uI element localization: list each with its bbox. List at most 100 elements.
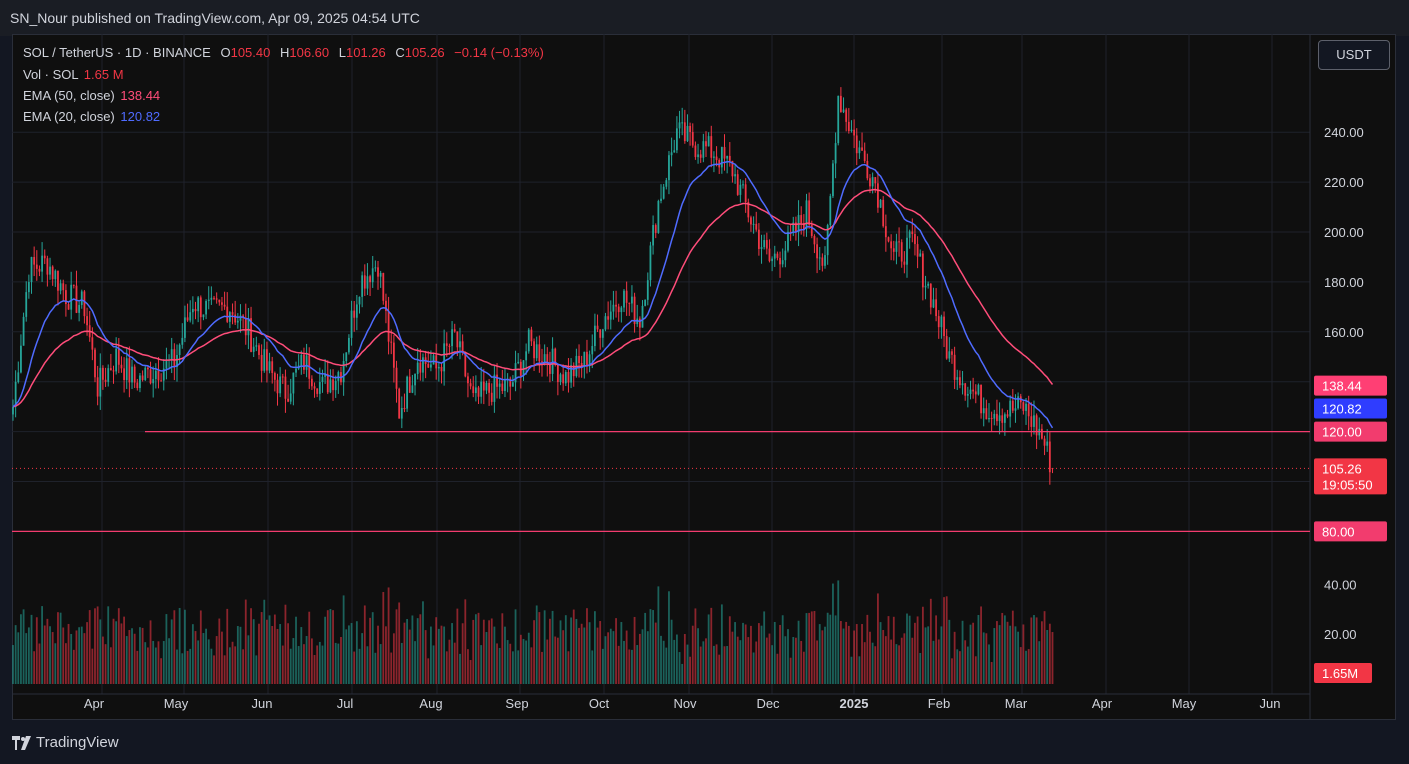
candle-body xyxy=(72,284,75,286)
volume-bar xyxy=(422,601,424,684)
volume-bar xyxy=(186,650,189,684)
candle-body xyxy=(62,283,65,291)
volume-bar xyxy=(646,631,649,684)
grid-lines xyxy=(12,34,1310,694)
candle-body xyxy=(668,155,670,181)
ema20-legend[interactable]: EMA (20, close) 120.82 xyxy=(23,109,160,124)
volume-bar xyxy=(818,624,821,684)
candle-body xyxy=(33,257,36,265)
volume-bar xyxy=(96,606,99,684)
candle-body xyxy=(184,317,186,338)
tradingview-logo[interactable]: TradingView xyxy=(12,734,119,751)
volume-bar xyxy=(202,633,205,684)
candle-body xyxy=(247,318,250,336)
volume-bar xyxy=(27,627,30,684)
ema50-legend[interactable]: EMA (50, close) 138.44 xyxy=(23,88,160,103)
volume-bar xyxy=(353,651,356,684)
candle-body xyxy=(845,109,848,122)
volume-bar xyxy=(247,635,250,684)
volume-bar xyxy=(469,660,472,684)
volume-bar xyxy=(355,621,358,684)
candle-body xyxy=(459,341,461,348)
candle-body xyxy=(102,367,104,380)
volume-bar xyxy=(340,636,342,684)
volume-bar xyxy=(845,621,848,684)
candle-body xyxy=(329,379,332,393)
candle-body xyxy=(205,301,207,315)
candle-body xyxy=(12,406,14,415)
candle-body xyxy=(414,373,416,386)
candle-body xyxy=(742,184,744,186)
volume-bar xyxy=(940,626,943,684)
volume-bar xyxy=(551,610,554,684)
time-tick: Jun xyxy=(252,696,273,711)
candle-body xyxy=(504,379,506,392)
candle-body xyxy=(1011,400,1014,411)
volume-bar xyxy=(239,626,242,684)
candle-body xyxy=(144,367,147,380)
candle-body xyxy=(363,275,366,289)
candle-body xyxy=(694,145,697,158)
candle-body xyxy=(334,380,337,391)
candle-body xyxy=(760,247,763,249)
candle-body xyxy=(133,366,136,383)
volume-bar xyxy=(519,634,522,684)
volume-bar xyxy=(514,609,517,684)
volume-bar xyxy=(863,642,866,684)
symbol-title[interactable]: SOL / TetherUS · 1D · BINANCE xyxy=(23,45,211,60)
candle-body xyxy=(496,374,498,387)
volume-bar xyxy=(416,618,419,684)
volume-bar xyxy=(932,640,935,684)
candle-body xyxy=(757,229,760,249)
candle-body xyxy=(990,418,993,420)
volume-bar xyxy=(1035,617,1038,684)
volume-bar xyxy=(789,657,792,684)
volume-bar xyxy=(937,639,940,684)
volume-bar xyxy=(813,611,816,684)
candle-body xyxy=(649,245,652,281)
candle-body xyxy=(1014,408,1017,411)
candle-body xyxy=(980,384,982,414)
volume-bar xyxy=(636,645,639,684)
candle-body xyxy=(112,370,115,372)
candle-body xyxy=(139,375,141,389)
volume-bar xyxy=(371,612,374,684)
candle-body xyxy=(559,374,562,383)
volume-bar xyxy=(715,644,718,684)
volume-bar xyxy=(961,620,964,684)
volume-bar xyxy=(17,632,20,684)
volume-bar xyxy=(141,627,144,684)
volume-bar xyxy=(631,649,633,684)
volume-bar xyxy=(345,629,348,684)
volume-bar xyxy=(744,624,747,684)
candle-body xyxy=(646,280,649,300)
volume-legend[interactable]: Vol · SOL 1.65 M xyxy=(23,67,124,82)
candle-body xyxy=(916,244,919,257)
volume-bar xyxy=(720,604,723,684)
candle-body xyxy=(556,364,559,383)
candle-body xyxy=(165,359,168,369)
currency-button[interactable]: USDT xyxy=(1318,40,1390,70)
candle-body xyxy=(744,184,747,202)
candle-body xyxy=(67,304,70,310)
candle-body xyxy=(908,231,911,238)
candle-body xyxy=(287,398,289,402)
volume-bar xyxy=(882,630,885,684)
volume-bar xyxy=(625,630,628,684)
candle-body xyxy=(781,260,784,265)
volume-bar xyxy=(445,651,448,684)
candle-body xyxy=(445,343,448,346)
candle-body xyxy=(691,132,694,146)
volume-bar xyxy=(781,615,784,684)
candle-body xyxy=(686,125,689,142)
candle-body xyxy=(673,150,676,153)
volume-bar xyxy=(541,651,543,684)
candle-body xyxy=(284,376,287,399)
price-chart[interactable]: 240.00220.00200.00180.00160.0060.0040.00… xyxy=(12,34,1396,720)
candle-body xyxy=(467,376,469,384)
candle-body xyxy=(1025,403,1027,411)
candle-body xyxy=(152,379,155,384)
candle-body xyxy=(776,253,779,258)
candle-body xyxy=(678,122,681,129)
candle-body xyxy=(670,152,673,156)
